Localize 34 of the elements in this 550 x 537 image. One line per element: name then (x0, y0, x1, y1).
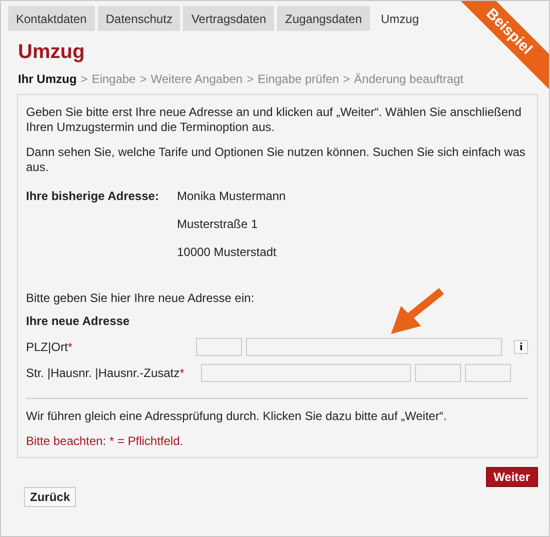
field-label: Str. |Hausnr. |Hausnr.-Zusatz* (26, 366, 186, 380)
input-field[interactable] (246, 338, 502, 356)
breadcrumb-separator: > (140, 72, 147, 86)
instruction-text: Bitte geben Sie hier Ihre neue Adresse ein: (26, 291, 256, 305)
field-label: PLZ|Ort* (26, 340, 74, 354)
field-label: Ihre bisherige Adresse: (26, 189, 160, 203)
tab[interactable]: Datenschutz (98, 6, 180, 31)
breadcrumb-step: Eingabe (92, 72, 136, 86)
breadcrumb-separator: > (80, 72, 88, 86)
hint-text: Wir führen gleich eine Adressprüfung durch. Klicken Sie dazu bitte auf „Weiter“. (26, 409, 448, 424)
breadcrumb-separator: > (343, 72, 350, 86)
input-field[interactable] (201, 364, 411, 382)
input-field[interactable] (196, 338, 242, 356)
breadcrumb-step: Ihr Umzug (18, 72, 77, 86)
breadcrumb-separator: > (246, 72, 254, 86)
breadcrumb-step: Änderung beauftragt (354, 72, 464, 86)
section-heading: Ihre neue Adresse (26, 314, 131, 328)
required-note: Bitte beachten: * = Pflichtfeld. (26, 434, 184, 449)
back-button[interactable]: Zurück (24, 487, 76, 507)
tab[interactable]: Zugangsdaten (277, 6, 370, 31)
tab[interactable]: Kontaktdaten (8, 6, 95, 31)
address-line: Musterstraße 1 (177, 217, 259, 231)
address-line: Monika Mustermann (177, 189, 287, 203)
address-line: 10000 Musterstadt (177, 245, 278, 259)
info-button[interactable]: i (514, 340, 528, 354)
arrow-icon (391, 288, 444, 334)
intro-text: Dann sehen Sie, welche Tarife und Optionen Sie nutzen können. Suchen Sie sich einfach was aus. (26, 145, 526, 175)
breadcrumb-step: Weitere Angaben (150, 72, 243, 86)
next-button[interactable]: Weiter (486, 467, 538, 487)
intro-text: Geben Sie bitte erst Ihre neue Adresse an und klicken auf „Weiter“. Wählen Sie anschließend Ihren Umzugstermin und die Terminoption aus. (26, 105, 522, 135)
input-field[interactable] (415, 364, 461, 382)
input-field[interactable] (465, 364, 511, 382)
tab[interactable]: Vertragsdaten (183, 6, 274, 31)
breadcrumb-step: Eingabe prüfen (258, 72, 340, 86)
